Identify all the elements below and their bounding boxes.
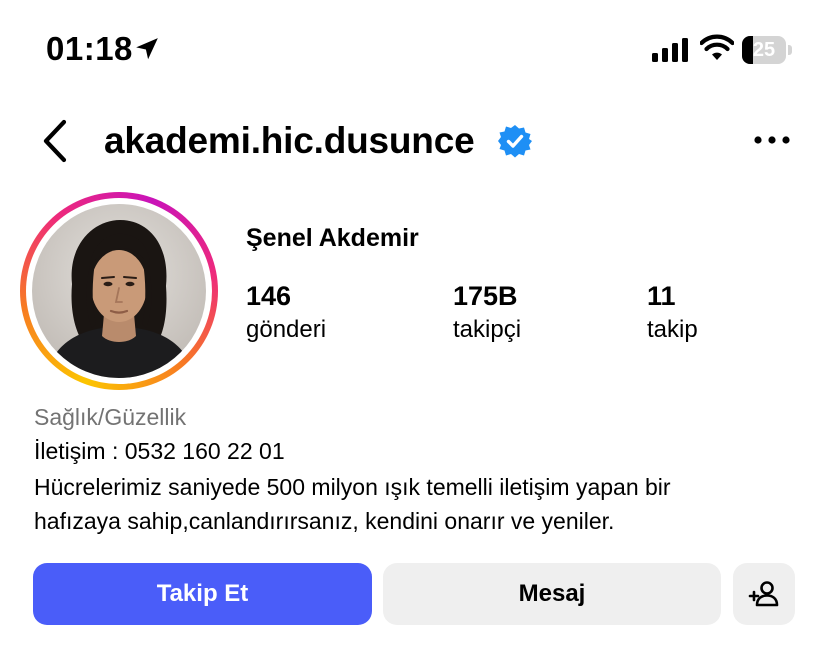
profile-full-name: Şenel Akdemir [246,224,419,252]
status-time: 01:18 [46,30,133,67]
suggested-accounts-button[interactable] [733,563,795,625]
stat-followers-label: takipçi [453,316,522,343]
status-bar: 01:18 25 [0,0,828,100]
wifi-icon [700,34,734,60]
bio-line-contact: İletişim : 0532 160 22 01 [34,438,285,464]
stat-posts[interactable]: 146 gönderi [246,280,326,346]
more-options-icon[interactable] [752,130,792,150]
stat-followers-value: 175B [453,281,518,311]
add-person-icon [748,581,779,607]
follow-button-label: Takip Et [156,580,249,607]
follow-button[interactable]: Takip Et [33,563,372,625]
location-arrow-icon [136,38,158,60]
cellular-signal-icon [652,38,688,62]
battery-icon: 25 [742,36,792,64]
bio-line-text-2: hafızaya sahip,canlandırırsanız, kendini… [34,508,615,534]
stat-following[interactable]: 11 takip [647,280,698,346]
message-button-label: Mesaj [518,580,586,607]
profile-username: akademi.hic.dusunce [104,120,475,161]
battery-level: 25 [752,39,776,61]
stat-posts-label: gönderi [246,316,327,343]
verified-badge-icon [498,125,532,158]
profile-avatar-story-ring[interactable] [20,192,218,390]
stat-following-value: 11 [647,281,676,311]
avatar [32,204,206,378]
stat-following-label: takip [647,316,698,343]
bio-line-text-1: Hücrelerimiz saniyede 500 milyon ışık te… [34,474,671,500]
profile-category: Sağlık/Güzellik [34,404,187,430]
stat-followers[interactable]: 175B takipçi [453,280,521,346]
message-button[interactable]: Mesaj [383,563,721,625]
stat-posts-value: 146 [246,281,292,311]
back-chevron-icon[interactable] [40,118,72,164]
